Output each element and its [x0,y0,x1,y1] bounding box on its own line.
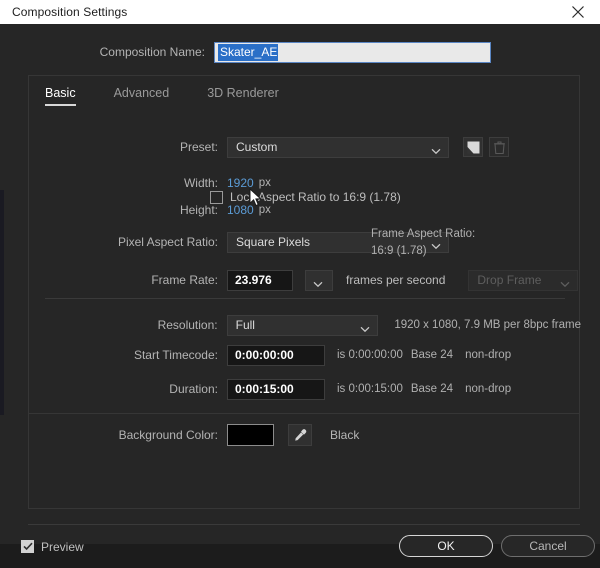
preview-label: Preview [41,539,84,554]
composition-name-value: Skater_AE [218,43,279,61]
basic-settings-panel: Basic Advanced 3D Renderer Preset: Custo… [28,75,581,414]
resolution-value: Full [235,318,255,332]
duration-input[interactable]: 0:00:15:00 [227,378,325,400]
drop-frame-value: Drop Frame [477,273,542,287]
start-timecode-value: 0:00:00:00 [235,348,294,362]
chevron-down-icon [560,277,570,291]
preset-label: Preset: [179,140,218,154]
resolution-label: Resolution: [157,318,218,332]
tab-bar: Basic Advanced 3D Renderer [45,86,317,106]
duration-drop: non-drop [465,383,512,395]
composition-name-input[interactable]: Skater_AE [214,41,491,63]
frame-aspect-ratio-label: Frame Aspect Ratio: [371,228,476,240]
preset-value: Custom [236,140,278,154]
dialog-body: Composition Name: Skater_AE Basic Advanc… [7,24,600,557]
preset-row: Preset: Custom [29,136,581,158]
width-label: Width: [183,176,218,190]
resolution-info: 1920 x 1080, 7.9 MB per 8bpc frame [394,319,581,331]
start-timecode-drop: non-drop [465,349,512,361]
frame-aspect-ratio-block: Frame Aspect Ratio: 16:9 (1.78) [371,228,475,257]
background-color-swatch[interactable] [227,424,274,446]
preview-checkbox[interactable] [21,540,34,553]
duration-base: Base 24 [410,383,454,395]
save-preset-icon[interactable] [463,137,483,157]
tab-3d-renderer[interactable]: 3D Renderer [207,86,279,106]
frame-rate-value: 23.976 [235,273,272,287]
chevron-down-icon [431,144,441,158]
pixel-aspect-ratio-value: Square Pixels [236,235,311,249]
tab-advanced[interactable]: Advanced [114,86,170,106]
lock-aspect-ratio-checkbox[interactable] [210,190,223,204]
composition-settings-window: Composition Settings Composition Name: S… [0,0,600,557]
preview-toggle[interactable]: Preview [21,540,84,554]
start-timecode-label: Start Timecode: [133,348,218,362]
background-app-strip-accent [0,190,4,415]
duration-value: 0:00:15:00 [235,382,294,396]
frame-rate-row: Frame Rate: 23.976 frames per second Dro… [29,269,581,291]
pixel-aspect-ratio-label: Pixel Aspect Ratio: [117,235,218,249]
start-timecode-base: Base 24 [410,349,454,361]
frame-rate-label: Frame Rate: [151,273,218,287]
trash-icon [489,137,509,157]
close-icon[interactable] [556,0,600,24]
background-color-label: Background Color: [118,428,218,442]
start-timecode-is: is 0:00:00:00 [337,349,403,361]
ok-button[interactable]: OK [399,535,493,557]
chevron-down-icon [360,322,370,336]
chevron-down-icon [313,277,323,291]
background-color-row: Background Color: Black [29,424,581,446]
window-title: Composition Settings [12,5,128,19]
frame-rate-dropdown[interactable] [305,269,333,291]
drop-frame-select: Drop Frame [468,269,579,291]
frame-aspect-ratio-value: 16:9 (1.78) [371,245,427,257]
duration-label: Duration: [169,382,218,396]
start-timecode-row: Start Timecode: 0:00:00:00 is 0:00:00:00… [29,344,581,366]
dialog-footer: Preview OK Cancel [7,525,600,568]
resolution-row: Resolution: Full 1920 x 1080, 7.9 MB per… [29,314,581,336]
cancel-button[interactable]: Cancel [501,535,595,557]
duration-is: is 0:00:15:00 [337,383,403,395]
title-bar: Composition Settings [0,0,600,24]
background-color-name: Black [330,428,360,442]
lock-aspect-ratio-row[interactable]: Lock Aspect Ratio to 16:9 (1.78) [210,186,401,208]
composition-name-row: Composition Name: Skater_AE [7,40,600,64]
resolution-select[interactable]: Full [226,314,379,336]
frame-rate-input[interactable]: 23.976 [227,269,293,291]
height-label: Height: [179,203,218,217]
eyedropper-icon[interactable] [288,424,312,446]
composition-name-label: Composition Name: [99,45,205,59]
tab-basic[interactable]: Basic [45,86,76,106]
duration-row: Duration: 0:00:15:00 is 0:00:15:00 Base … [29,378,581,400]
preset-select[interactable]: Custom [227,136,449,158]
background-color-panel: Background Color: Black [28,409,580,509]
frame-rate-unit-label: frames per second [346,273,446,287]
start-timecode-input[interactable]: 0:00:00:00 [227,344,325,366]
lock-aspect-ratio-label: Lock Aspect Ratio to 16:9 (1.78) [230,190,401,204]
divider [45,298,565,299]
pixel-aspect-ratio-row: Pixel Aspect Ratio: Square Pixels [29,231,581,253]
